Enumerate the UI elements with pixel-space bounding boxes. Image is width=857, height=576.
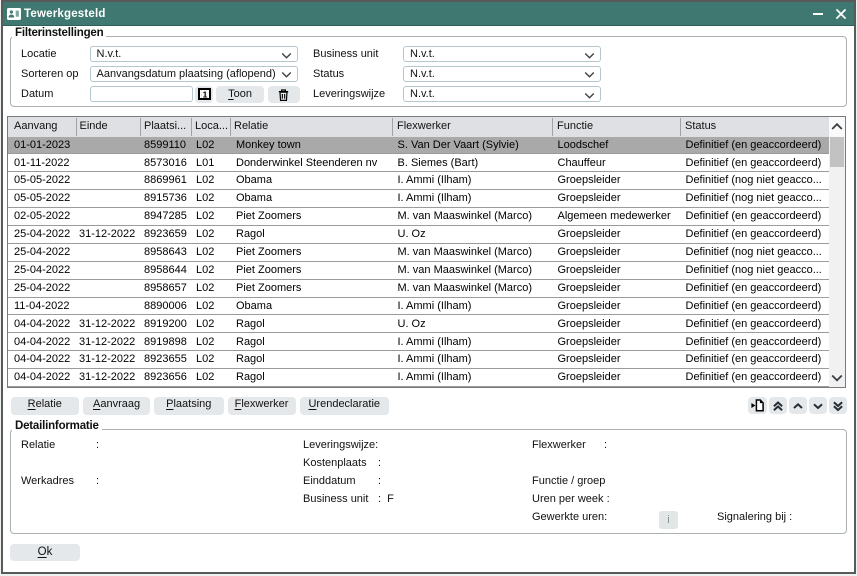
svg-text:1: 1	[202, 89, 207, 99]
